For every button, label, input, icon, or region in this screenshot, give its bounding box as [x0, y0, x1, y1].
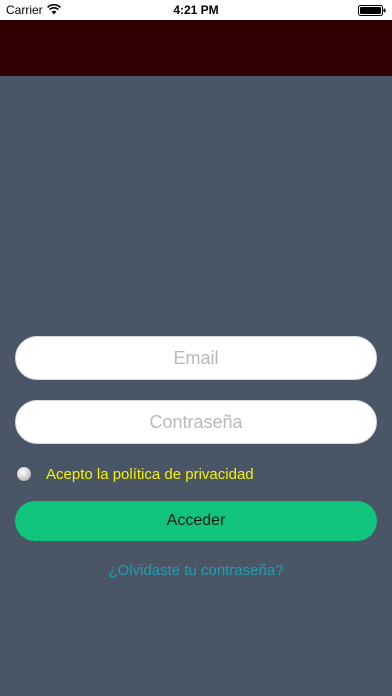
password-field[interactable]	[15, 400, 377, 444]
login-button[interactable]: Acceder	[15, 501, 377, 541]
clock: 4:21 PM	[173, 3, 219, 17]
battery-icon	[358, 5, 386, 16]
header-banner	[0, 20, 392, 76]
status-bar: Carrier 4:21 PM	[0, 0, 392, 20]
forgot-password-link[interactable]: ¿Olvidaste tu contraseña?	[0, 562, 392, 579]
privacy-consent-row: Acepto la política de privacidad	[16, 464, 376, 486]
privacy-label: Acepto la política de privacidad	[46, 466, 254, 483]
privacy-radio[interactable]	[17, 467, 31, 481]
email-field[interactable]	[15, 336, 377, 380]
